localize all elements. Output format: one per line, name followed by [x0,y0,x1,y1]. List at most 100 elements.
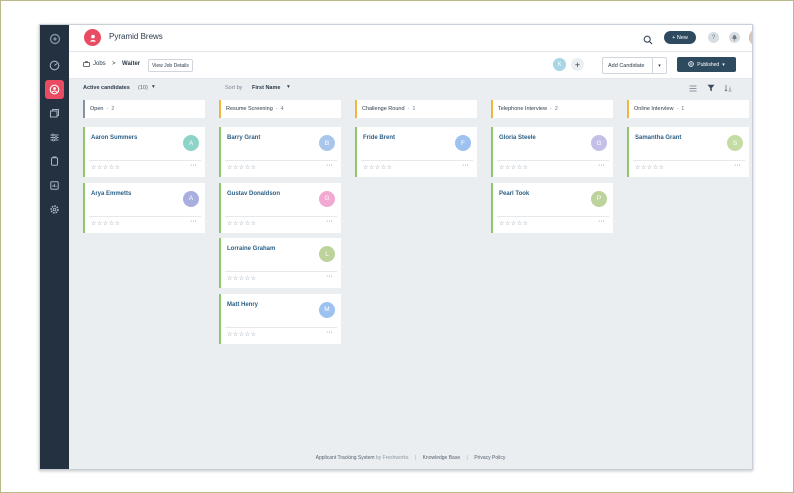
stage-header[interactable]: Challenge Round -1 [355,100,477,118]
candidate-name[interactable]: Lorraine Graham [227,246,275,252]
sort-by-value[interactable]: First Name [252,85,280,91]
published-label: Published [697,61,720,68]
rating-stars-icon[interactable]: ☆☆☆☆☆ [227,164,256,171]
sidebar [40,25,69,469]
candidate-card[interactable]: Gustav Donaldson G ☆☆☆☆☆ ··· [219,182,341,233]
new-button[interactable]: + New [664,31,696,44]
footer: Applicant Tracking System by Freshworks … [69,455,752,461]
clipboard-icon[interactable] [45,152,64,171]
card-divider [497,215,609,217]
card-divider [225,215,337,217]
user-avatar[interactable] [749,29,752,46]
candidate-name[interactable]: Barry Grant [227,135,260,141]
sort-order-icon[interactable] [724,84,732,94]
documents-icon[interactable] [45,104,64,123]
candidate-card[interactable]: Fride Brent F ☆☆☆☆☆ ··· [355,127,477,177]
stage-column-telephone-interview: Telephone Interview -2 Gloria Steele G ☆☆☆☆☆… [491,100,613,233]
candidate-name[interactable]: Gloria Steele [499,135,536,141]
stage-title: Challenge Round [362,106,405,112]
hiring-team-avatar[interactable]: K [553,58,566,71]
rating-stars-icon[interactable]: ☆☆☆☆☆ [635,164,664,171]
footer-product: Applicant Tracking System [315,455,375,461]
candidate-card[interactable]: Pearl Took P ☆☆☆☆☆ ··· [491,182,613,233]
rating-stars-icon[interactable]: ☆☆☆☆☆ [227,331,256,338]
candidate-avatar: M [319,301,335,318]
candidate-name[interactable]: Pearl Took [499,191,529,197]
published-status-button[interactable]: Published ▾ [677,57,736,72]
stage-count: 4 [280,106,284,112]
app-window: Pyramid Brews + New ? Jobs > Waiter View… [39,24,753,470]
candidate-card[interactable]: Barry Grant B ☆☆☆☆☆ ··· [219,127,341,177]
stage-header[interactable]: Online Interview -1 [627,100,749,118]
more-options-icon[interactable]: ··· [190,218,197,225]
breadcrumb-separator: > [112,61,116,67]
candidate-name[interactable]: Arya Emmetts [91,191,131,197]
search-icon[interactable] [643,32,653,50]
candidate-name[interactable]: Gustav Donaldson [227,191,280,197]
card-divider [89,215,201,217]
add-candidate-button[interactable]: Add Candidate ▾ [602,57,667,74]
more-options-icon[interactable]: ··· [326,273,333,280]
stage-column-challenge-round: Challenge Round -1 Fride Brent F ☆☆☆☆☆ ··· [355,100,477,177]
footer-separator: | [466,455,468,461]
candidate-card[interactable]: Aaron Summers A ☆☆☆☆☆ ··· [83,127,205,177]
rating-stars-icon[interactable]: ☆☆☆☆☆ [363,164,392,171]
help-icon[interactable]: ? [708,32,719,43]
dashboard-icon[interactable] [45,56,64,75]
rating-stars-icon[interactable]: ☆☆☆☆☆ [91,164,120,171]
breadcrumb-jobs[interactable]: Jobs [93,61,106,67]
top-bar: Pyramid Brews + New ? [69,25,752,52]
more-options-icon[interactable]: ··· [190,162,197,169]
stage-column-resume-screening: Resume Screening -4 Barry Grant B ☆☆☆☆☆ ··· Gu… [219,100,341,344]
stage-separator: - [106,106,109,112]
stage-header[interactable]: Resume Screening -4 [219,100,341,118]
reports-icon[interactable] [45,176,64,195]
settings-sliders-icon[interactable] [45,128,64,147]
candidate-card[interactable]: Samantha Grant S ☆☆☆☆☆ ··· [627,127,749,177]
view-job-details-button[interactable]: View Job Details [148,59,193,72]
rating-stars-icon[interactable]: ☆☆☆☆☆ [499,164,528,171]
card-divider [225,271,337,272]
candidate-name[interactable]: Fride Brent [363,135,395,141]
rating-stars-icon[interactable]: ☆☆☆☆☆ [227,275,256,282]
candidate-card[interactable]: Gloria Steele G ☆☆☆☆☆ ··· [491,127,613,177]
more-options-icon[interactable]: ··· [326,218,333,225]
rating-stars-icon[interactable]: ☆☆☆☆☆ [499,220,528,227]
candidate-card[interactable]: Matt Henry M ☆☆☆☆☆ ··· [219,293,341,344]
candidate-name[interactable]: Samantha Grant [635,135,681,141]
candidate-card[interactable]: Lorraine Graham L ☆☆☆☆☆ ··· [219,238,341,288]
candidate-card[interactable]: Arya Emmetts A ☆☆☆☆☆ ··· [83,182,205,233]
footer-privacy-policy-link[interactable]: Privacy Policy [474,455,505,461]
footer-knowledge-base-link[interactable]: Knowledge Base [423,455,461,461]
footer-separator: | [414,455,417,461]
more-options-icon[interactable]: ··· [734,162,741,169]
rating-stars-icon[interactable]: ☆☆☆☆☆ [227,220,256,227]
more-options-icon[interactable]: ··· [462,162,469,169]
freshteam-logo-icon[interactable] [45,29,64,48]
more-options-icon[interactable]: ··· [598,218,605,225]
briefcase-icon [83,61,90,69]
chevron-down-icon[interactable]: ▾ [287,84,290,90]
footer-by: by Freshworks [375,455,409,461]
globe-icon [688,60,695,69]
candidate-avatar: P [591,190,607,207]
sort-by-label: Sort by [225,85,243,91]
chevron-down-icon[interactable]: ▾ [152,84,155,90]
card-divider [497,160,609,161]
gear-icon[interactable] [45,200,64,219]
recruit-icon[interactable] [45,80,64,99]
candidate-name[interactable]: Matt Henry [227,302,258,308]
add-team-member-button[interactable]: + [571,58,584,71]
more-options-icon[interactable]: ··· [598,162,605,169]
stage-separator: - [676,106,679,112]
stage-header[interactable]: Telephone Interview -2 [491,100,613,118]
more-options-icon[interactable]: ··· [326,329,333,336]
candidate-name[interactable]: Aaron Summers [91,135,137,141]
bell-icon[interactable] [729,32,740,43]
filter-icon[interactable] [707,84,715,94]
more-options-icon[interactable]: ··· [326,162,333,169]
chevron-down-icon[interactable]: ▾ [652,58,666,73]
list-view-icon[interactable] [689,85,697,94]
rating-stars-icon[interactable]: ☆☆☆☆☆ [91,220,120,227]
stage-header[interactable]: Open -2 [83,100,205,118]
